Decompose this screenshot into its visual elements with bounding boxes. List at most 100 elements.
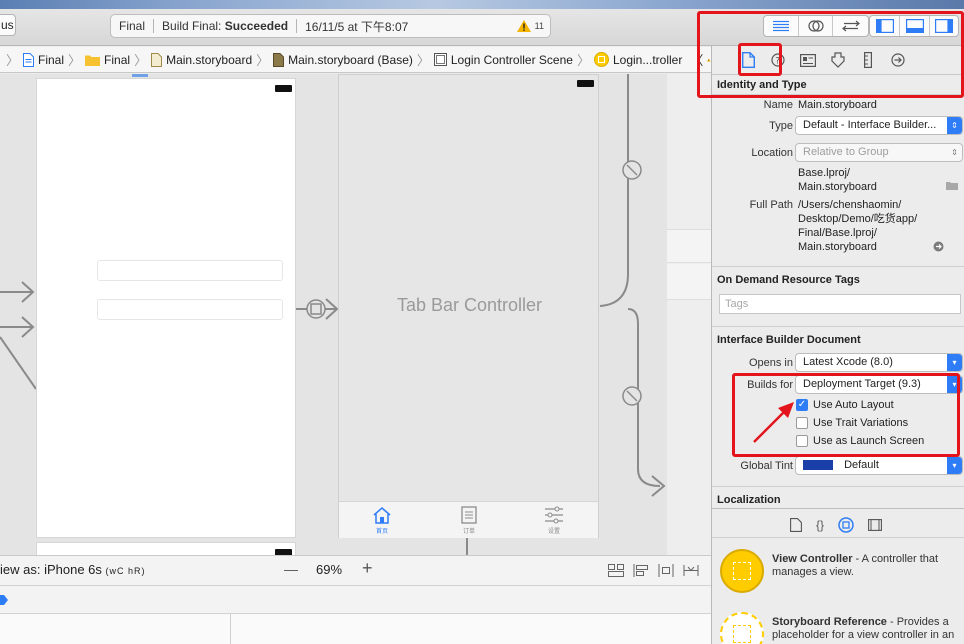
tab-orders[interactable]: 订单 (444, 506, 494, 535)
view-as-button[interactable]: iew as: iPhone 6s (wC hR) (0, 562, 146, 577)
chevron-down-icon: ▾ (947, 457, 962, 474)
storyboard-reference-icon (720, 612, 764, 644)
breadcrumb-label: Login...troller (612, 52, 683, 67)
tab-bar-controller-title: Tab Bar Controller (396, 295, 543, 315)
breadcrumb-scene[interactable]: Login Controller Scene (433, 53, 577, 67)
tab-bar: 首页 订单 设置 (339, 501, 598, 538)
ib-document-section-header: Interface Builder Document (717, 334, 861, 346)
storyboard-file-icon (273, 52, 285, 67)
autolayout-controls (608, 564, 699, 577)
highlight-file-inspector-box (738, 43, 782, 76)
breadcrumb-label: Final (104, 52, 131, 67)
full-path-value: /Users/chenshaomin/ Desktop/Demo/吃货app/ … (798, 198, 917, 254)
full-path-line: Desktop/Demo/吃货app/ (798, 213, 918, 225)
object-library-icon[interactable] (838, 517, 854, 533)
breadcrumb-project[interactable]: Final (23, 52, 68, 67)
library-tabs: {} (790, 517, 882, 533)
library-item-text: View Controller - A controller that mana… (772, 553, 962, 579)
file-template-icon[interactable] (790, 518, 802, 532)
full-path-line: Final/Base.lproj/ (798, 227, 877, 239)
opens-in-value: Latest Xcode (8.0) (803, 356, 893, 368)
library-item-storyboard-reference[interactable]: Storyboard Reference - Provides a placeh… (720, 612, 964, 644)
folder-icon[interactable] (946, 181, 958, 190)
username-text-field[interactable] (97, 260, 283, 281)
resolve-issues-icon[interactable] (683, 564, 699, 577)
activity-status-bar[interactable]: Final Build Final: Succeeded 16/11/5 at … (110, 14, 551, 38)
tab-bar-controller[interactable]: Tab Bar Controller 首页 订单 设置 (338, 74, 599, 538)
adjacent-scene-cell (667, 229, 711, 263)
popup-arrows-icon: ⇕ (951, 148, 958, 157)
section-divider (712, 486, 964, 487)
build-result: Succeeded (224, 19, 289, 33)
tab-label: 设置 (547, 529, 560, 535)
breadcrumb-separator: 〉 (134, 53, 148, 68)
file-type-popup[interactable]: Default - Interface Builder... ⇕ (795, 116, 963, 135)
breadcrumb-controller[interactable]: Login...troller (593, 52, 686, 67)
location-path-line: Base.lproj/ (798, 167, 850, 179)
desktop-background-strip (0, 0, 964, 9)
library-item-view-controller[interactable]: View Controller - A controller that mana… (720, 549, 964, 605)
localization-section-header: Localization (717, 494, 781, 506)
location-path: Base.lproj/ Main.storyboard (798, 166, 877, 194)
breadcrumb-separator: 〉 (256, 53, 270, 68)
adjacent-scene-cell (667, 264, 711, 300)
breadcrumb-base-storyboard[interactable]: Main.storyboard (Base) (273, 52, 417, 67)
breadcrumb-label: Main.storyboard (166, 52, 253, 67)
zoom-out-button[interactable]: — (284, 561, 298, 577)
section-divider (712, 326, 964, 327)
name-label: Name (763, 99, 793, 111)
warnings-badge[interactable]: 11 (516, 20, 544, 32)
project-file-icon (23, 52, 35, 67)
scheme-button[interactable]: us (0, 14, 16, 36)
warning-count: 11 (534, 21, 544, 31)
battery-icon (275, 85, 292, 92)
next-view-controller[interactable] (36, 542, 296, 555)
size-class-label: (wC hR) (105, 566, 146, 576)
breadcrumb-label: Main.storyboard (Base) (288, 52, 413, 67)
location-value: Relative to Group (803, 146, 889, 158)
nav-forward-icon[interactable]: 〉 (0, 50, 23, 69)
segue-line (466, 538, 468, 555)
jump-bar: 〉 Final 〉 Final 〉 Main.storyboard 〉 Main… (0, 47, 711, 73)
library-item-title: View Controller (772, 553, 853, 565)
section-divider (712, 266, 964, 267)
tab-label: 首页 (375, 529, 388, 535)
breadcrumb-storyboard[interactable]: Main.storyboard (151, 52, 256, 67)
location-popup[interactable]: Relative to Group ⇕ (795, 143, 963, 162)
global-tint-popup[interactable]: Default ▾ (795, 456, 963, 475)
sliders-icon (545, 506, 563, 524)
breakpoint-icon[interactable] (0, 595, 8, 605)
breadcrumb-group[interactable]: Final (85, 53, 134, 67)
opens-in-popup[interactable]: Latest Xcode (8.0) ▾ (795, 353, 963, 372)
tab-home[interactable]: 首页 (357, 506, 407, 535)
reveal-in-finder-icon[interactable] (933, 241, 944, 252)
password-text-field[interactable] (97, 299, 283, 320)
login-view-controller[interactable] (36, 78, 296, 538)
tags-section-header: On Demand Resource Tags (717, 274, 860, 286)
zoom-in-button[interactable]: + (362, 558, 373, 579)
stack-icon[interactable] (608, 564, 624, 577)
tags-input[interactable]: Tags (719, 294, 961, 314)
opens-in-label: Opens in (748, 357, 793, 369)
popup-arrows-icon: ⇕ (947, 117, 962, 134)
console-area[interactable] (0, 613, 711, 644)
pin-icon[interactable] (658, 564, 674, 577)
folder-icon (85, 55, 101, 66)
breadcrumb-separator: 〉 (68, 53, 82, 68)
align-icon[interactable] (633, 564, 649, 577)
battery-icon (577, 80, 594, 87)
document-icon (461, 506, 477, 524)
storyboard-file-icon (151, 52, 163, 67)
console-divider (230, 614, 231, 644)
chevron-down-icon: ▾ (947, 354, 962, 371)
code-snippet-icon[interactable]: {} (816, 518, 824, 532)
adjacent-scene[interactable] (667, 74, 711, 555)
tab-settings[interactable]: 设置 (529, 506, 579, 535)
media-library-icon[interactable] (868, 519, 882, 531)
warning-icon (516, 20, 531, 32)
breadcrumb-separator: 〉 (416, 53, 430, 68)
red-arrow-annotation (753, 402, 794, 443)
storyboard-canvas[interactable]: N Tab Bar Controller 首页 订单 (0, 74, 711, 555)
zoom-level: 69% (316, 562, 343, 577)
view-controller-icon-inner (733, 562, 751, 580)
